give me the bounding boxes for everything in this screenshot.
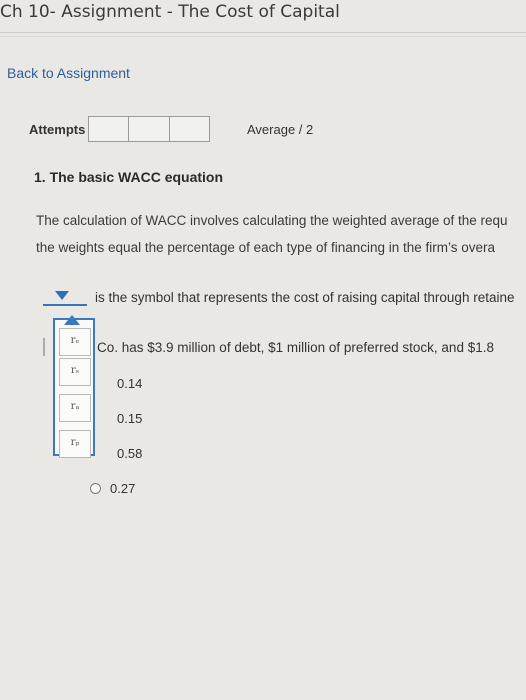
dropdown-option-re[interactable]: rₑ: [59, 328, 91, 356]
dropdown-arrow-icon[interactable]: [55, 291, 69, 300]
dropdown-option-rd[interactable]: rₐ: [59, 394, 91, 422]
attempt-cell-2: [129, 117, 170, 141]
average-score: Average / 2: [247, 122, 314, 137]
answer-label: 0.58: [117, 446, 143, 461]
answer-option-4[interactable]: 0.27: [90, 481, 135, 496]
dropdown-option-rp[interactable]: rₚ: [59, 430, 91, 458]
question-prompt-debt: Co. has $3.9 million of debt, $1 million…: [97, 340, 494, 355]
left-edge-marker: [43, 338, 45, 356]
page-title: Ch 10- Assignment - The Cost of Capital: [0, 2, 340, 22]
question-text-line-2: the weights equal the percentage of each…: [36, 240, 496, 255]
question-text-line-1: The calculation of WACC involves calcula…: [36, 213, 508, 228]
back-to-assignment-link[interactable]: Back to Assignment: [7, 65, 130, 81]
radio-icon[interactable]: [90, 483, 101, 494]
answer-option-1[interactable]: 0.14: [97, 376, 142, 391]
dropdown-underline: [43, 304, 87, 306]
attempt-cell-1: [89, 117, 130, 141]
question-title: 1. The basic WACC equation: [34, 169, 224, 185]
dropdown-menu[interactable]: rₑ rₛ rₐ rₚ: [53, 318, 95, 458]
dropdown-option-rs[interactable]: rₛ: [59, 358, 91, 386]
answer-label: 0.15: [117, 411, 143, 426]
attempts-label: Attempts: [29, 122, 86, 137]
answer-option-3[interactable]: 0.58: [97, 446, 142, 461]
header-divider: [0, 32, 526, 33]
answer-option-2[interactable]: 0.15: [97, 411, 142, 426]
answer-label: 0.27: [110, 481, 136, 496]
answer-label: 0.14: [117, 376, 143, 391]
attempt-cell-3: [170, 117, 209, 141]
dropdown-pointer-icon: [64, 315, 80, 325]
fill-in-sentence: is the symbol that represents the cost o…: [95, 290, 515, 305]
header-divider-secondary: [0, 36, 526, 37]
attempts-indicator: [88, 116, 210, 142]
